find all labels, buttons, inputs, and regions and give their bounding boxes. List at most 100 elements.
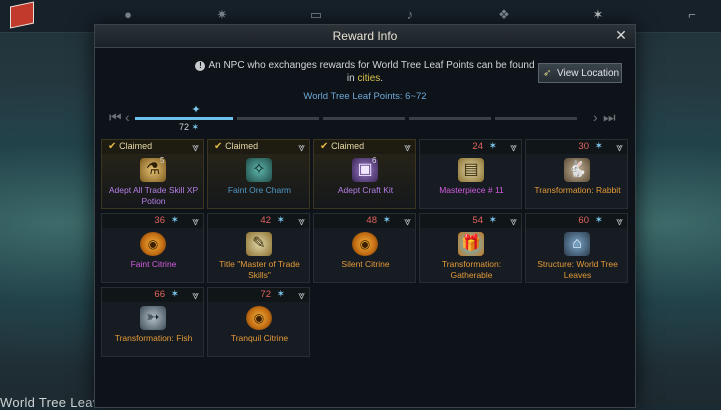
- telescope-icon[interactable]: ⌐: [684, 8, 700, 22]
- citrine-icon: ◉: [140, 232, 166, 256]
- reward-card[interactable]: ✔ Claimed ⩔ ⚗ 5 Adept All Trade Skill XP Pot…: [101, 139, 204, 209]
- reward-card-header: ✔ Claimed ⩔: [208, 140, 309, 154]
- reward-card-header: 42 ✶ ⩔: [208, 214, 309, 228]
- flag-icon[interactable]: [10, 1, 34, 29]
- leaf-icon: ✶: [594, 215, 603, 226]
- claimed-label: Claimed: [119, 141, 153, 151]
- reward-name: Adept All Trade Skill XP Potion: [108, 185, 199, 206]
- reward-card[interactable]: ✔ Claimed ⩔ ✧ Faint Ore Charm: [207, 139, 310, 209]
- chevron-down-icon[interactable]: ⩔: [404, 214, 411, 229]
- leaf-icon[interactable]: ✶: [590, 8, 606, 22]
- chevron-down-icon[interactable]: ⩔: [192, 140, 199, 155]
- reward-card[interactable]: 36 ✶ ⩔ ◉ Faint Citrine: [101, 213, 204, 283]
- ore-charm-icon: ✧: [246, 158, 272, 182]
- reward-name: Faint Citrine: [130, 259, 177, 269]
- reward-name: Structure: World Tree Leaves: [537, 259, 618, 280]
- leaf-icon: ✶: [170, 289, 179, 300]
- required-points: 72: [260, 289, 271, 300]
- reward-card-header: 60 ✶ ⩔: [526, 214, 627, 228]
- reward-info-modal: Reward Info ✕ ! An NPC who exchanges rewa…: [94, 24, 636, 408]
- progress-segment: [495, 117, 577, 120]
- fish-icon: ➳: [140, 306, 166, 330]
- reward-card-header: 30 ✶ ⩔: [526, 140, 627, 154]
- required-points: 66: [154, 289, 165, 300]
- scroll-icon: ✎: [246, 232, 272, 256]
- claimed-label: Claimed: [225, 141, 259, 151]
- claimed-status: ✔ Claimed: [108, 141, 152, 152]
- tree-structure-icon: ⌂: [564, 232, 590, 256]
- reward-card-header: 72 ✶ ⩔: [208, 288, 309, 302]
- required-points: 48: [366, 215, 377, 226]
- claimed-status: ✔ Claimed: [214, 141, 258, 152]
- required-points: 42: [260, 215, 271, 226]
- leaf-icon: ✶: [488, 215, 497, 226]
- leaf-icon: ✶: [170, 215, 179, 226]
- claimed-label: Claimed: [331, 141, 365, 151]
- reward-name: Faint Ore Charm: [227, 185, 292, 195]
- leaf-icon: ✶: [488, 141, 497, 152]
- last-page-icon[interactable]: ⏭: [603, 109, 616, 125]
- next-page-icon[interactable]: ›: [593, 109, 598, 125]
- progress-marker-icon: ✦: [191, 104, 201, 116]
- leaf-icon: ✶: [276, 215, 285, 226]
- reward-card[interactable]: 60 ✶ ⩔ ⌂ Structure: World Tree Leaves: [525, 213, 628, 283]
- reward-name: Transformation: Rabbit: [534, 185, 621, 195]
- tree-icon[interactable]: ❖: [496, 8, 512, 22]
- rabbit-icon: 🐇: [564, 158, 590, 182]
- npc-notice: ! An NPC who exchanges rewards for World …: [195, 59, 535, 85]
- points-range: World Tree Leaf Points: 6~72: [303, 91, 427, 102]
- reward-card[interactable]: 66 ✶ ⩔ ➳ Transformation: Fish: [101, 287, 204, 357]
- chevron-down-icon[interactable]: ⩔: [192, 288, 199, 303]
- reward-card[interactable]: 54 ✶ ⩔ 🎁 Transformation: Gatherable: [419, 213, 522, 283]
- item-count: 5: [160, 156, 165, 165]
- reward-name: Silent Citrine: [341, 259, 390, 269]
- gift-icon: 🎁: [458, 232, 484, 256]
- reward-card-header: 48 ✶ ⩔: [314, 214, 415, 228]
- brush-icon[interactable]: ♪: [402, 8, 418, 22]
- chevron-down-icon[interactable]: ⩔: [298, 140, 305, 155]
- reward-card-header: 54 ✶ ⩔: [420, 214, 521, 228]
- leaf-icon: ✶: [276, 289, 285, 300]
- leaf-icon: ✶: [191, 122, 200, 132]
- progress-value: 72 ✶: [179, 122, 200, 132]
- check-icon: ✔: [320, 141, 332, 152]
- required-points: 36: [154, 215, 165, 226]
- item-count: 6: [372, 156, 377, 165]
- star-burst-icon[interactable]: ✷: [214, 8, 230, 22]
- reward-card[interactable]: 42 ✶ ⩔ ✎ Title "Master of Trade Skills": [207, 213, 310, 283]
- reward-name: Adept Craft Kit: [337, 185, 394, 195]
- reward-card[interactable]: 48 ✶ ⩔ ◉ Silent Citrine: [313, 213, 416, 283]
- required-points: 60: [578, 215, 589, 226]
- reward-card-header: ✔ Claimed ⩔: [102, 140, 203, 154]
- chevron-down-icon[interactable]: ⩔: [298, 214, 305, 229]
- notice-highlight: cities: [357, 73, 381, 84]
- chevron-down-icon[interactable]: ⩔: [616, 214, 623, 229]
- reward-card-header: ✔ Claimed ⩔: [314, 140, 415, 154]
- prev-page-icon[interactable]: ‹: [125, 109, 130, 125]
- chevron-down-icon[interactable]: ⩔: [192, 214, 199, 229]
- modal-header: Reward Info ✕: [95, 25, 635, 48]
- progress-track: ⏮ ‹ ✦ 72 ✶ › ⏭: [109, 104, 621, 135]
- cookie-icon[interactable]: ●: [120, 8, 136, 22]
- reward-name: Tranquil Citrine: [230, 333, 289, 343]
- view-location-button[interactable]: ➶ View Location: [538, 63, 622, 83]
- chevron-down-icon[interactable]: ⩔: [616, 140, 623, 155]
- reward-card[interactable]: ✔ Claimed ⩔ ▣ 6 Adept Craft Kit: [313, 139, 416, 209]
- chevron-down-icon[interactable]: ⩔: [298, 288, 305, 303]
- citrine-icon: ◉: [352, 232, 378, 256]
- close-button[interactable]: ✕: [613, 27, 629, 43]
- chevron-down-icon[interactable]: ⩔: [404, 140, 411, 155]
- reward-name: Transformation: Fish: [114, 333, 193, 343]
- progress-fill: [135, 117, 233, 120]
- reward-card[interactable]: 72 ✶ ⩔ ◉ Tranquil Citrine: [207, 287, 310, 357]
- reward-name: Title "Master of Trade Skills": [219, 259, 300, 280]
- screen-icon[interactable]: ▭: [308, 8, 324, 22]
- chevron-down-icon[interactable]: ⩔: [510, 214, 517, 229]
- leaf-icon: ✶: [594, 141, 603, 152]
- reward-card[interactable]: 24 ✶ ⩔ ▤ Masterpiece # 11: [419, 139, 522, 209]
- check-icon: ✔: [214, 141, 226, 152]
- reward-card[interactable]: 30 ✶ ⩔ 🐇 Transformation: Rabbit: [525, 139, 628, 209]
- chevron-down-icon[interactable]: ⩔: [510, 140, 517, 155]
- location-pin-icon: ➶: [543, 68, 552, 79]
- first-page-icon[interactable]: ⏮: [109, 109, 122, 125]
